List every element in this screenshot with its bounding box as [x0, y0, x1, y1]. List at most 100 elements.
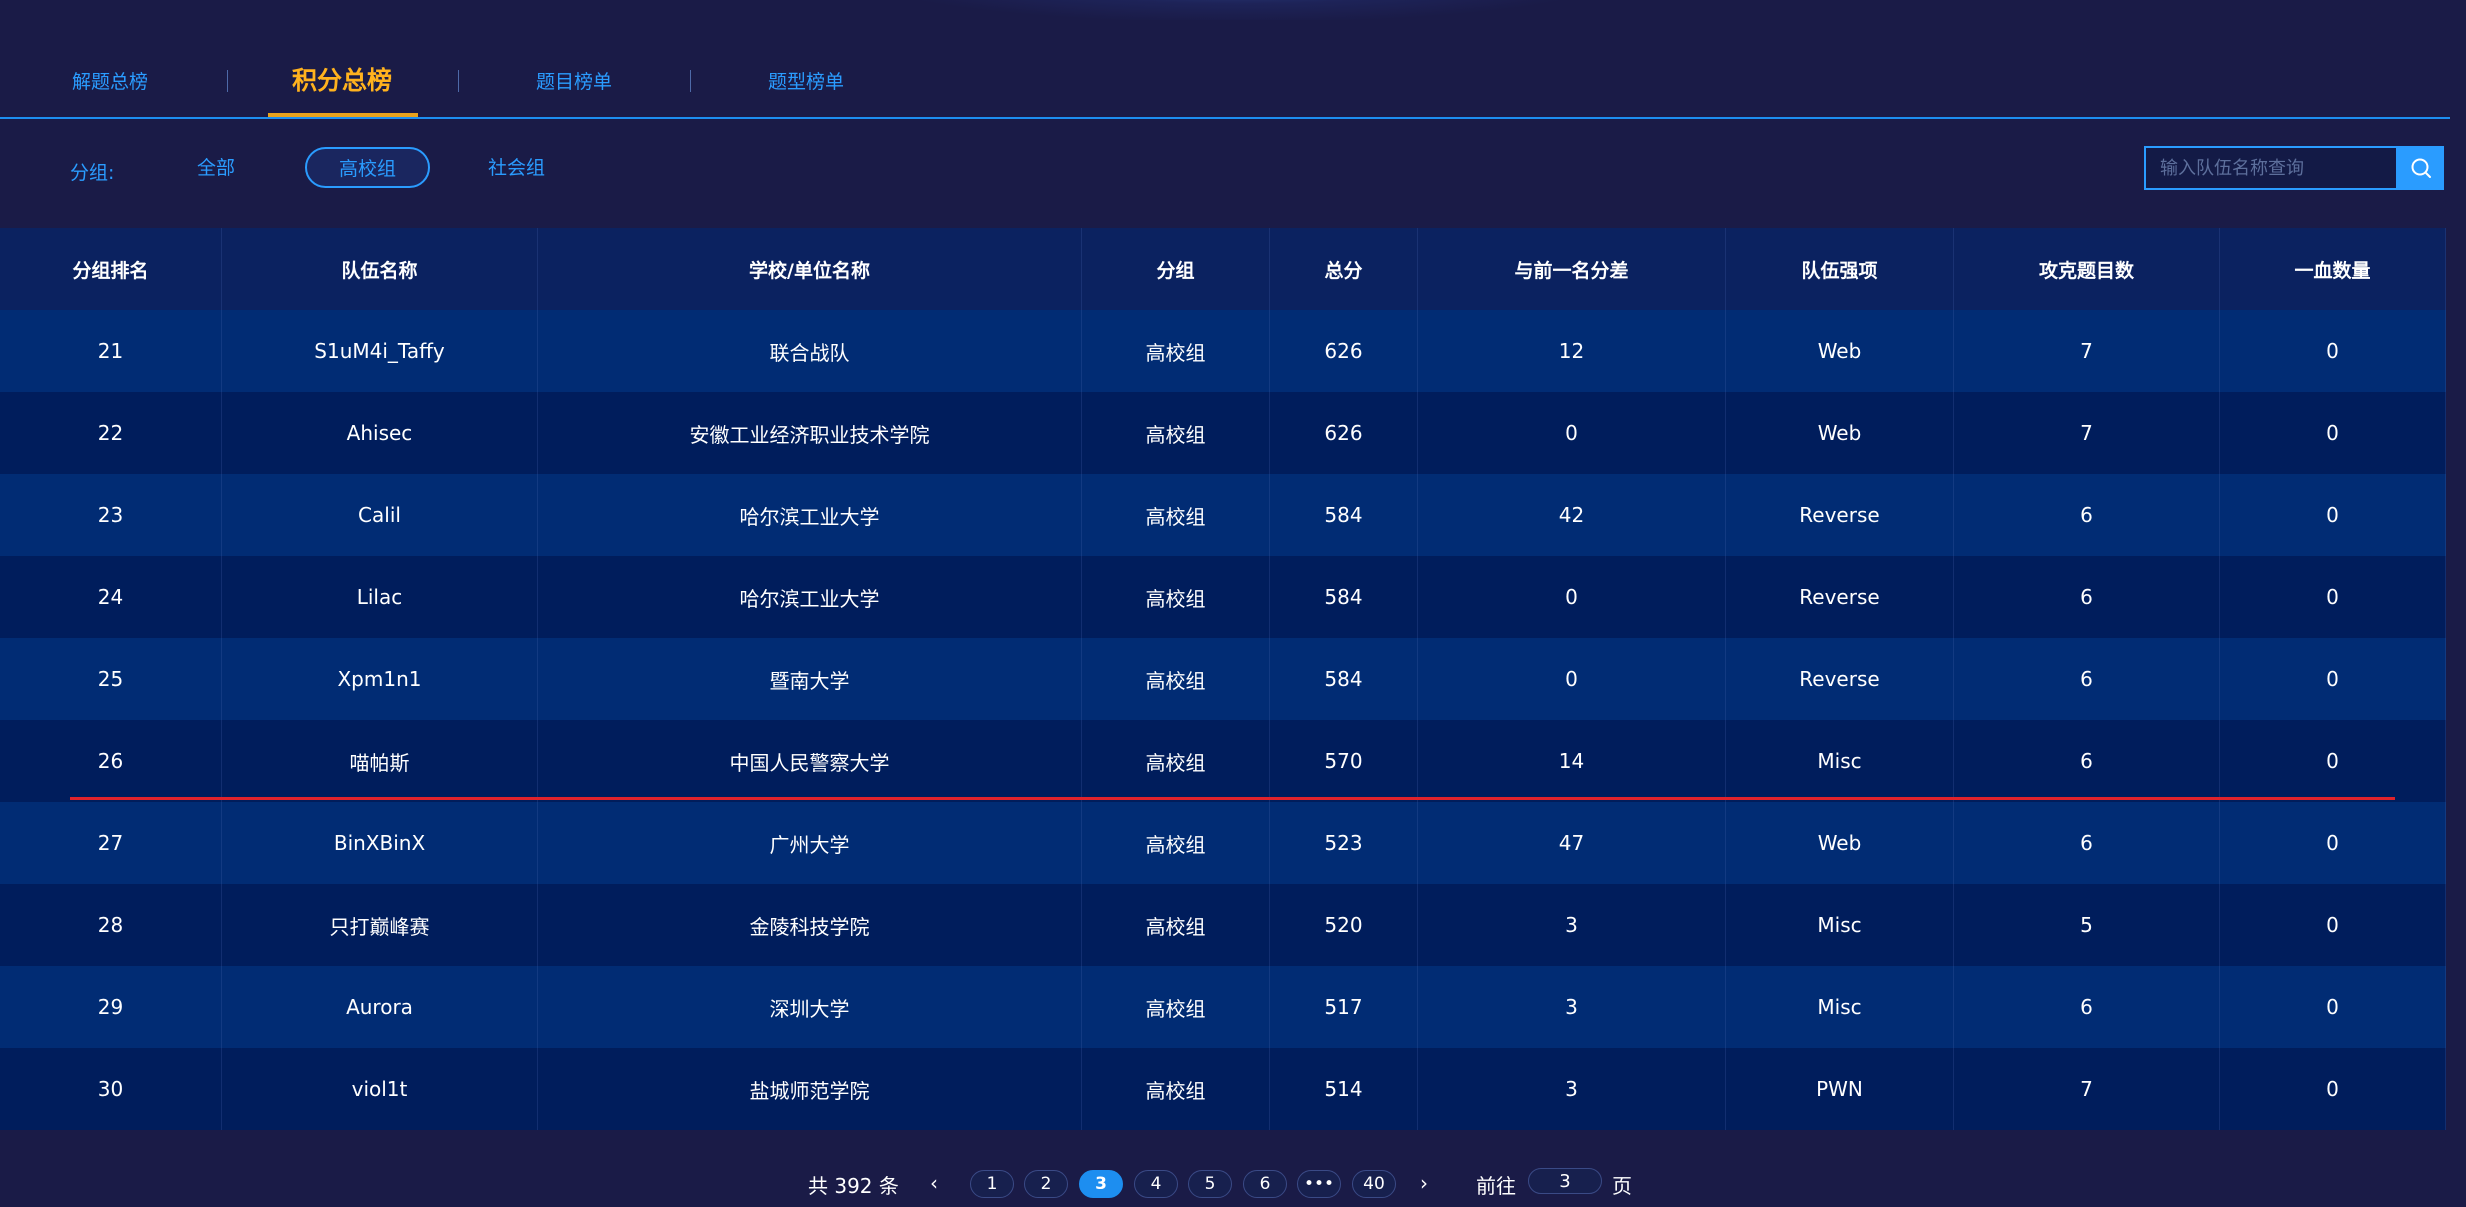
table-cell: Web [1726, 802, 1954, 884]
pagination: 共 392 条 ‹ 123456 ••• 40 › 前往 页 [0, 1168, 2466, 1200]
table-row: 28 只打巅峰赛 金陵科技学院 高校组 520 3 Misc 5 0 [0, 884, 2446, 966]
table-cell: 626 [1270, 310, 1418, 392]
table-cell: 514 [1270, 1048, 1418, 1130]
ranking-tabs: 解题总榜 积分总榜 题目榜单 题型榜单 [0, 55, 2450, 119]
table-cell: 3 [1418, 1048, 1726, 1130]
table-cell: 570 [1270, 720, 1418, 802]
table-cell: 626 [1270, 392, 1418, 474]
table-cell: 高校组 [1082, 638, 1270, 720]
filter-society-group[interactable]: 社会组 [488, 153, 545, 180]
table-cell: 喵帕斯 [222, 720, 538, 802]
table-cell: 0 [2220, 556, 2446, 638]
next-page-icon[interactable]: › [1420, 1171, 1428, 1195]
table-cell: 高校组 [1082, 310, 1270, 392]
column-header: 与前一名分差 [1418, 228, 1726, 310]
top-glow [880, 0, 1600, 20]
table-cell: Misc [1726, 720, 1954, 802]
tab-challenge-ranking[interactable]: 题目榜单 [536, 67, 612, 94]
table-cell: 6 [1954, 966, 2220, 1048]
table-cell: 3 [1418, 966, 1726, 1048]
goto-page-input[interactable] [1528, 1168, 1602, 1194]
table-row: 29 Aurora 深圳大学 高校组 517 3 Misc 6 0 [0, 966, 2446, 1048]
table-cell: 深圳大学 [538, 966, 1082, 1048]
tab-score-ranking[interactable]: 积分总榜 [292, 61, 392, 97]
table-cell: S1uM4i_Taffy [222, 310, 538, 392]
search-icon [2411, 158, 2431, 178]
table-cell: 0 [2220, 392, 2446, 474]
page-button[interactable]: 5 [1188, 1170, 1232, 1198]
table-cell: 安徽工业经济职业技术学院 [538, 392, 1082, 474]
table-cell: Web [1726, 392, 1954, 474]
table-cell: 0 [2220, 1048, 2446, 1130]
column-header: 队伍名称 [222, 228, 538, 310]
table-cell: 高校组 [1082, 556, 1270, 638]
tab-separator [690, 70, 691, 92]
table-cell: 盐城师范学院 [538, 1048, 1082, 1130]
table-cell: 0 [2220, 966, 2446, 1048]
group-filter-label: 分组: [70, 162, 115, 184]
tab-solve-ranking[interactable]: 解题总榜 [72, 67, 148, 94]
page-button[interactable]: 1 [970, 1170, 1014, 1198]
page-button[interactable]: 40 [1352, 1170, 1396, 1198]
table-cell: PWN [1726, 1048, 1954, 1130]
table-cell: Web [1726, 310, 1954, 392]
table-cell: Xpm1n1 [222, 638, 538, 720]
active-tab-underline [268, 113, 418, 117]
table-cell: 584 [1270, 638, 1418, 720]
table-row: 27 BinXBinX 广州大学 高校组 523 47 Web 6 0 [0, 802, 2446, 884]
page-ellipsis[interactable]: ••• [1297, 1170, 1341, 1198]
table-cell: 7 [1954, 310, 2220, 392]
table-cell: Aurora [222, 966, 538, 1048]
table-cell: 广州大学 [538, 802, 1082, 884]
table-cell: 30 [0, 1048, 222, 1130]
total-count: 共 392 条 [808, 1174, 899, 1198]
team-search-input[interactable] [2146, 148, 2396, 188]
table-cell: 3 [1418, 884, 1726, 966]
table-cell: 高校组 [1082, 392, 1270, 474]
column-header: 一血数量 [2220, 228, 2446, 310]
tab-separator [458, 70, 459, 92]
page-button[interactable]: 4 [1134, 1170, 1178, 1198]
table-cell: 28 [0, 884, 222, 966]
table-cell: 高校组 [1082, 884, 1270, 966]
prev-page-icon[interactable]: ‹ [930, 1171, 938, 1195]
highlight-underline [70, 797, 2395, 800]
table-cell: 523 [1270, 802, 1418, 884]
page-button[interactable]: 3 [1079, 1170, 1123, 1198]
table-cell: Ahisec [222, 392, 538, 474]
column-header: 总分 [1270, 228, 1418, 310]
table-cell: Reverse [1726, 474, 1954, 556]
page-button[interactable]: 6 [1243, 1170, 1287, 1198]
table-header-row: 分组排名 队伍名称 学校/单位名称 分组 总分 与前一名分差 队伍强项 攻克题目数 一血数量 [0, 228, 2446, 310]
table-cell: 6 [1954, 474, 2220, 556]
column-header: 分组排名 [0, 228, 222, 310]
table-cell: 7 [1954, 1048, 2220, 1130]
column-header: 分组 [1082, 228, 1270, 310]
table-cell: 29 [0, 966, 222, 1048]
filter-college-group[interactable]: 高校组 [305, 147, 431, 188]
table-cell: Misc [1726, 966, 1954, 1048]
team-search [2144, 146, 2398, 190]
table-cell: 只打巅峰赛 [222, 884, 538, 966]
table-row: 30 viol1t 盐城师范学院 高校组 514 3 PWN 7 0 [0, 1048, 2446, 1130]
table-cell: 24 [0, 556, 222, 638]
table-cell: 584 [1270, 474, 1418, 556]
table-cell: 584 [1270, 556, 1418, 638]
table-row: 26 喵帕斯 中国人民警察大学 高校组 570 14 Misc 6 0 [0, 720, 2446, 802]
ranking-table: 分组排名 队伍名称 学校/单位名称 分组 总分 与前一名分差 队伍强项 攻克题目数 一血数量 2… [0, 228, 2446, 1130]
table-cell: 5 [1954, 884, 2220, 966]
table-cell: Reverse [1726, 556, 1954, 638]
filter-all[interactable]: 全部 [197, 153, 235, 180]
table-cell: viol1t [222, 1048, 538, 1130]
tab-category-ranking[interactable]: 题型榜单 [768, 67, 844, 94]
table-cell: 23 [0, 474, 222, 556]
table-cell: Reverse [1726, 638, 1954, 720]
table-cell: 联合战队 [538, 310, 1082, 392]
table-cell: 6 [1954, 720, 2220, 802]
table-cell: 0 [1418, 392, 1726, 474]
table-cell: 7 [1954, 392, 2220, 474]
page-button[interactable]: 2 [1024, 1170, 1068, 1198]
table-cell: 0 [2220, 720, 2446, 802]
search-button[interactable] [2398, 146, 2444, 190]
column-header: 攻克题目数 [1954, 228, 2220, 310]
